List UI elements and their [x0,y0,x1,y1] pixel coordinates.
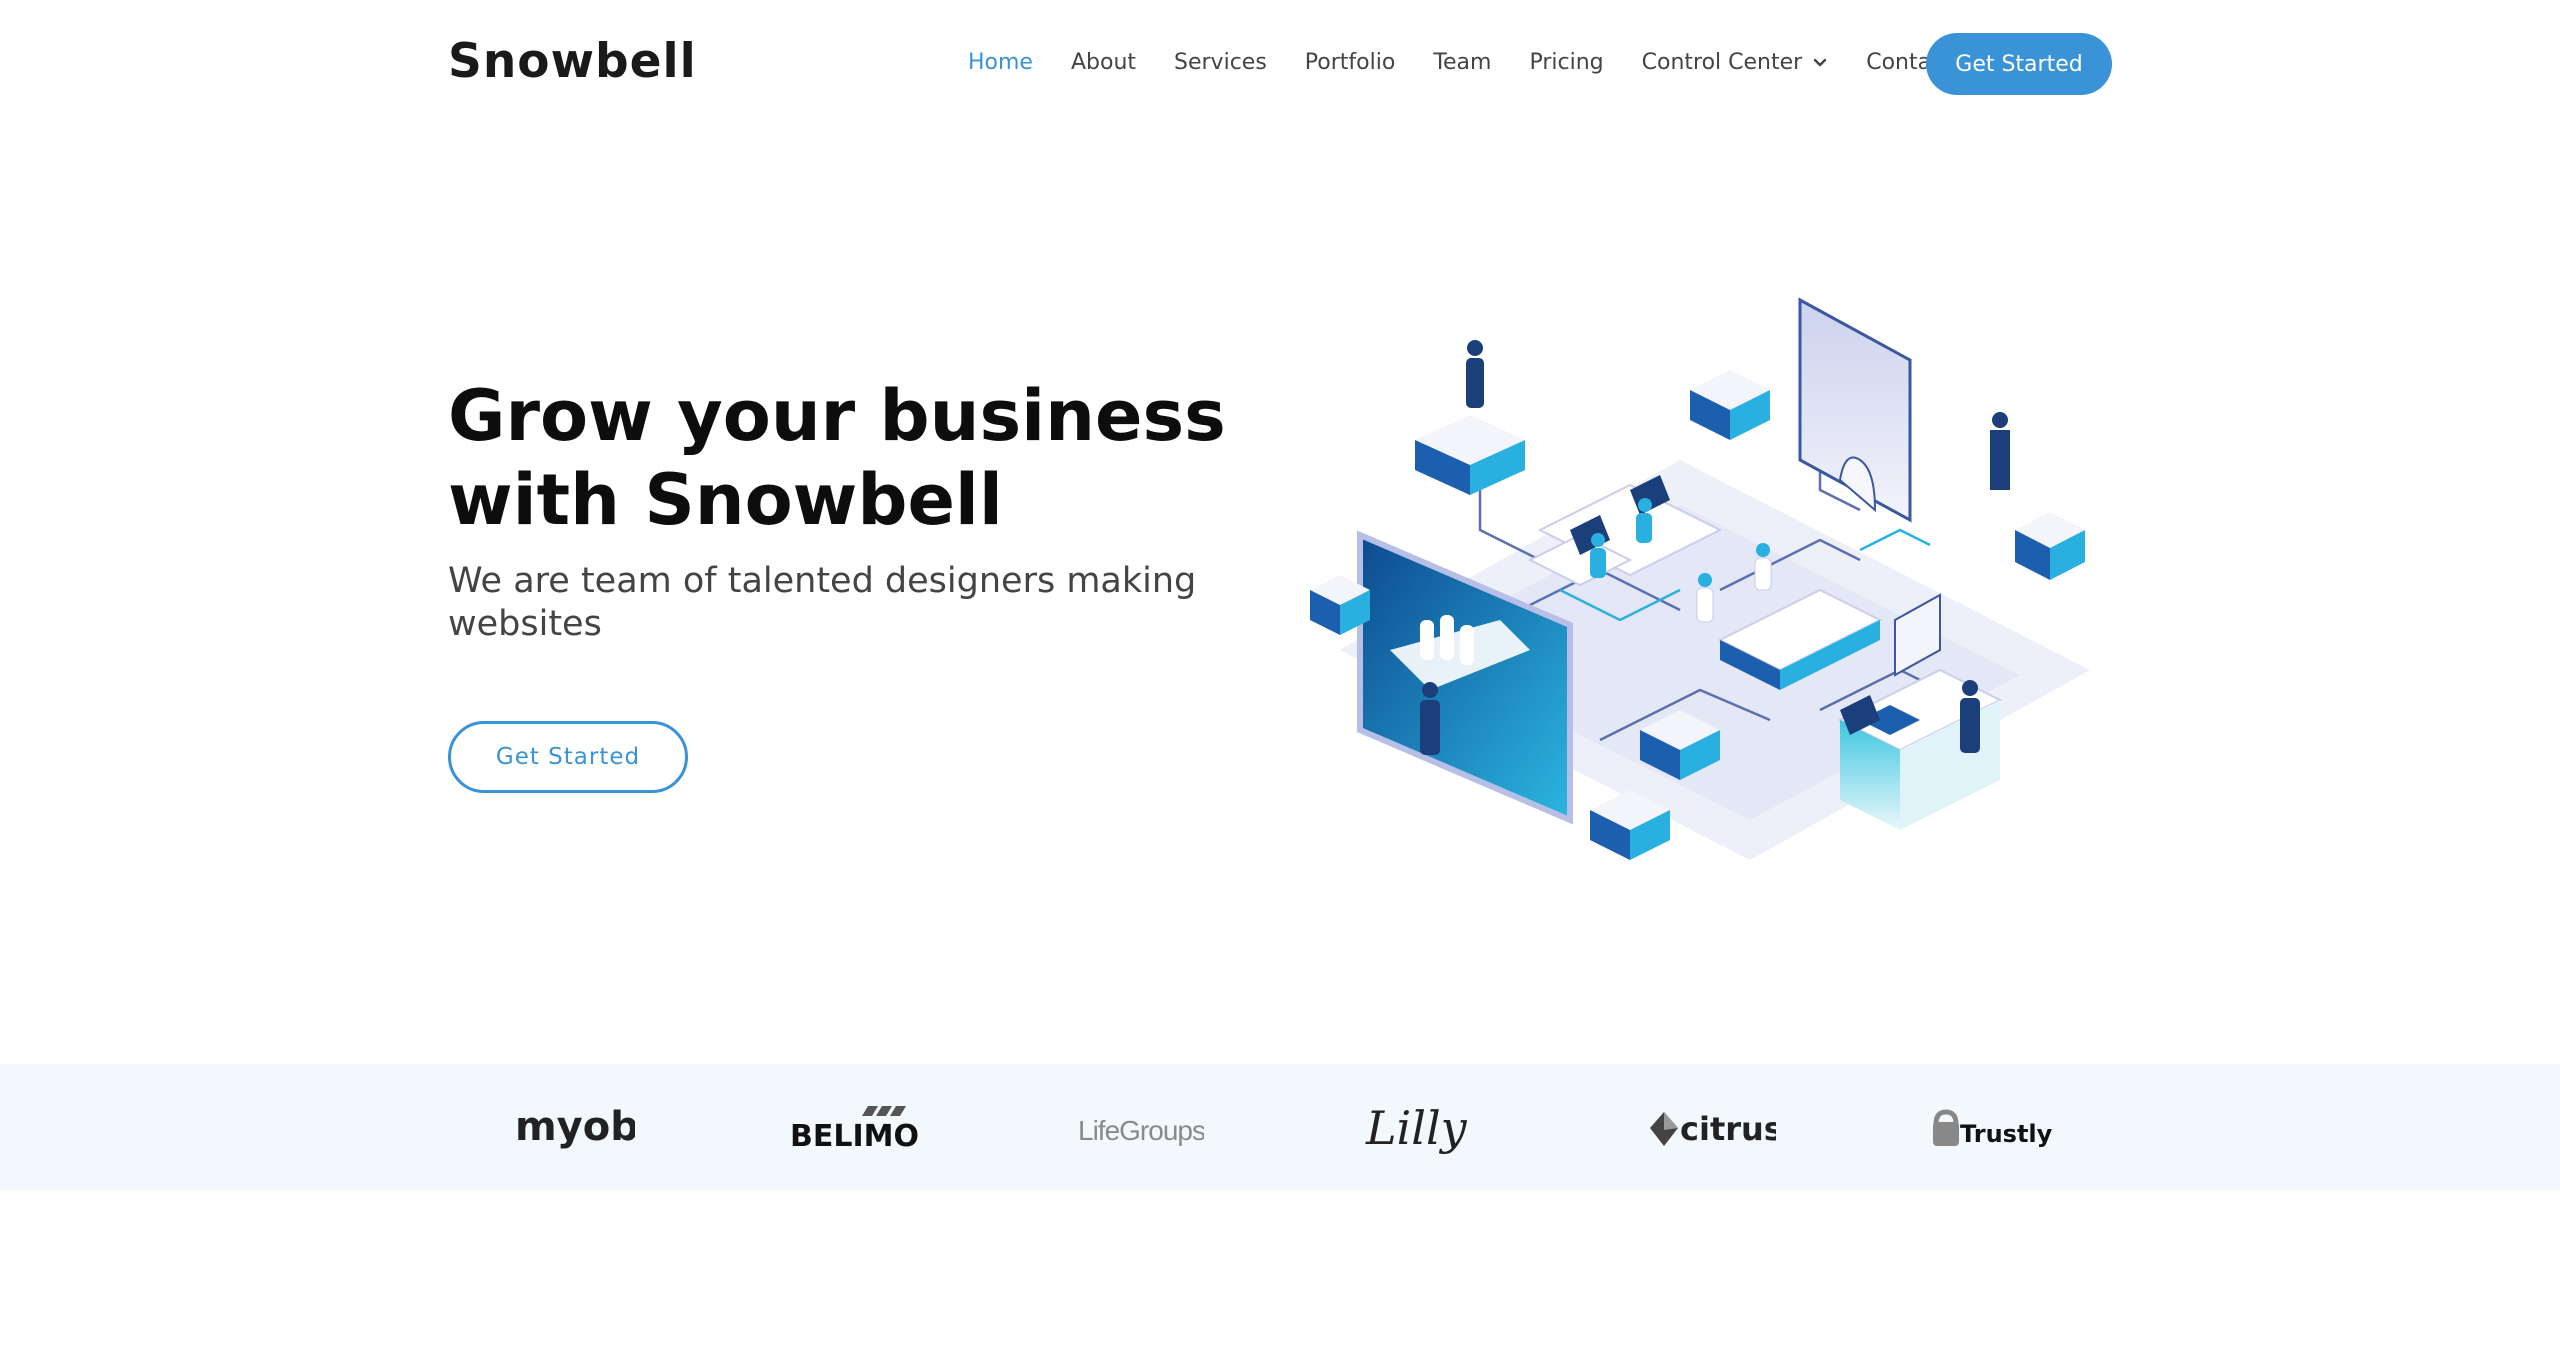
clients-strip: myob BELIMO LifeGroups Lilly citrus Trus [0,1064,2560,1190]
client-logo-trustly[interactable]: Trustly [1930,1094,2060,1160]
belimo-logo: BELIMO [790,1106,919,1154]
hero-title: Grow your business with Snowbell [448,374,1228,542]
cube-1 [1415,415,1525,495]
citrus-logo-text: citrus [1680,1110,1776,1148]
nav-team[interactable]: Team [1433,50,1491,75]
nav-services[interactable]: Services [1174,50,1267,75]
client-logo-myob[interactable]: myob [505,1094,635,1160]
lilly-logo: Lilly [1365,1101,1468,1155]
nav-about[interactable]: About [1071,50,1136,75]
citrus-logo: citrus [1650,1110,1776,1148]
main-nav: Home About Services Portfolio Team Prici… [968,44,1990,80]
client-logo-lifegroups[interactable]: LifeGroups [1074,1094,1204,1160]
nav-pricing[interactable]: Pricing [1529,50,1603,75]
nav-portfolio[interactable]: Portfolio [1305,50,1396,75]
site-header: Snowbell Home About Services Portfolio T… [0,0,2560,130]
client-logo-citrus[interactable]: citrus [1646,1094,1776,1160]
client-logo-belimo[interactable]: BELIMO [784,1094,924,1160]
hero-get-started-button[interactable]: Get Started [448,721,688,793]
hero-illustration [1310,297,2090,860]
hero-subtitle: We are team of talented designers making… [448,561,1197,644]
lifegroups-logo-text: LifeGroups [1078,1115,1204,1146]
hero-title-line-2: with Snowbell [448,459,1003,541]
nav-home[interactable]: Home [968,50,1033,75]
lilly-logo-text: Lilly [1365,1101,1468,1155]
trustly-logo: Trustly [1933,1109,2053,1148]
myob-logo: myob [515,1104,635,1150]
nav-control-center[interactable]: Control Center [1642,50,1829,75]
lifegroups-logo: LifeGroups [1078,1115,1204,1146]
header-get-started-button[interactable]: Get Started [1926,33,2112,95]
site-logo[interactable]: Snowbell [448,34,697,89]
chevron-down-icon [1814,58,1827,67]
nav-control-center-label: Control Center [1641,49,1803,75]
trustly-logo-text: Trustly [1960,1120,2053,1148]
belimo-logo-text: BELIMO [790,1119,919,1154]
client-logo-lilly[interactable]: Lilly [1360,1094,1490,1160]
hero-title-line-1: Grow your business [448,375,1226,457]
myob-logo-text: myob [515,1104,635,1150]
